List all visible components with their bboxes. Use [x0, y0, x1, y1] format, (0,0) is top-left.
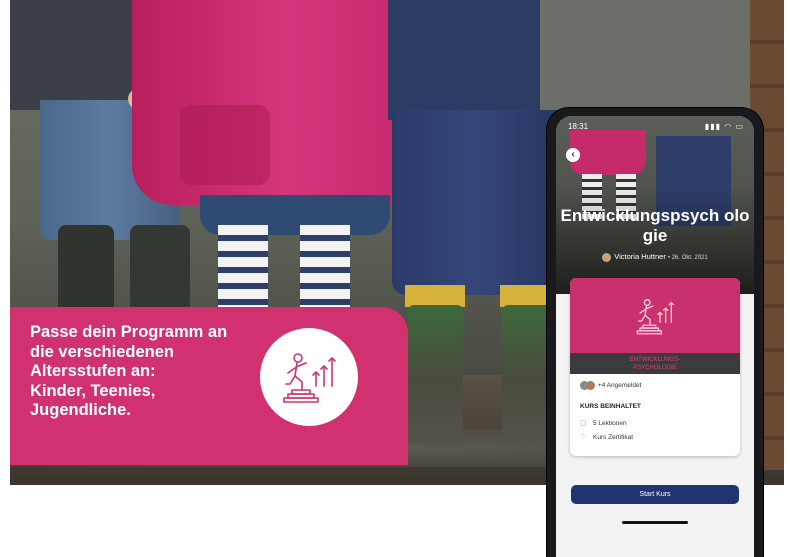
course-title: Entwicklungspsych ologie	[560, 206, 750, 245]
card-line: die verschiedenen	[30, 342, 174, 361]
course-author-line: Victoria Huttner • 26. Okt. 2021	[556, 252, 754, 262]
author-name: Victoria Huttner	[614, 252, 666, 261]
age-groups-card: Passe dein Programm an die verschiedenen…	[10, 307, 408, 465]
author-avatar	[602, 252, 612, 262]
course-category-line: PSYCHOLOGIE	[633, 365, 677, 371]
pink-jacket	[570, 130, 646, 175]
yellow-sock	[405, 285, 465, 307]
card-line: Passe dein Programm an	[30, 323, 228, 341]
certificate-icon: ♡	[580, 434, 587, 441]
jacket-pocket	[180, 105, 270, 185]
course-include-label: 5 Lektionen	[593, 420, 627, 427]
course-includes-heading: KURS BEINHALTET	[580, 403, 641, 410]
back-button[interactable]: ‹	[566, 148, 580, 162]
card-line: Jugendliche.	[30, 401, 131, 419]
blue-jacket	[388, 0, 558, 120]
phone-screen: 18:31 ▮▮▮ ◠ ▭ ‹ Entwicklungspsych ologie…	[556, 116, 754, 557]
person-climbing-stairs-growth-icon	[636, 298, 675, 334]
green-boot	[408, 305, 463, 445]
avatar	[586, 381, 595, 390]
chevron-left-icon: ‹	[571, 149, 575, 160]
card-headline: Passe dein Programm an die verschiedenen…	[30, 323, 270, 421]
rubber-boot	[58, 225, 114, 315]
screen-icon: ▢	[580, 420, 587, 427]
course-include-item: ♡ Kurs Zertifikat	[580, 433, 633, 441]
course-include-item: ▢ 5 Lektionen	[580, 419, 627, 427]
striped-tights	[218, 225, 268, 310]
striped-tights	[300, 225, 350, 310]
growth-icon-badge	[260, 328, 358, 426]
course-image	[570, 278, 740, 353]
blue-pants	[392, 110, 557, 295]
course-date: • 26. Okt. 2021	[667, 255, 708, 261]
course-category-line: ENTWICKLUNGS-	[629, 357, 681, 363]
course-include-label: Kurs Zertifikat	[593, 434, 634, 441]
course-hero-image: 18:31 ▮▮▮ ◠ ▭ ‹ Entwicklungspsych ologie…	[556, 116, 754, 294]
grey-jacket	[540, 0, 750, 110]
course-card[interactable]: ENTWICKLUNGS- PSYCHOLOGIE +4 Angemeldet …	[570, 278, 740, 456]
course-category-band: ENTWICKLUNGS- PSYCHOLOGIE	[570, 353, 740, 374]
enrolled-label: +4 Angemeldet	[597, 382, 642, 390]
home-indicator	[622, 521, 688, 524]
phone-mockup: 18:31 ▮▮▮ ◠ ▭ ‹ Entwicklungspsych ologie…	[547, 108, 763, 557]
person-climbing-stairs-growth-icon	[283, 353, 336, 403]
start-course-button[interactable]: Start Kurs	[571, 485, 739, 504]
status-time: 18:31	[568, 122, 589, 131]
enrolled-count: +4 Angemeldet	[580, 381, 641, 390]
rubber-boot	[130, 225, 190, 315]
card-line: Altersstufen an:	[30, 362, 156, 380]
status-icons: ▮▮▮ ◠ ▭	[704, 122, 744, 131]
card-line: Kinder, Teenies,	[30, 381, 156, 400]
